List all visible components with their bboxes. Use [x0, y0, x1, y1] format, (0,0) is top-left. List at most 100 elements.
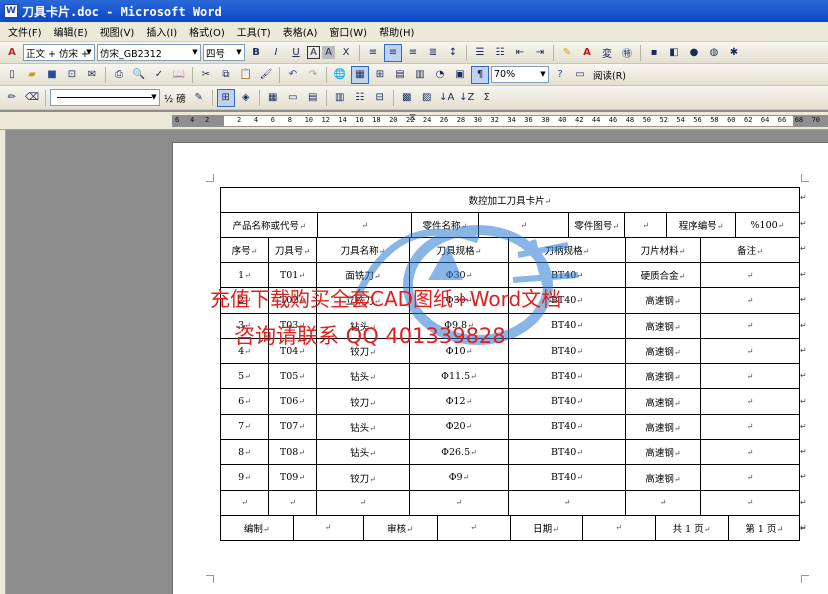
shadow-icon[interactable]: ●: [685, 44, 703, 62]
outside-border-icon[interactable]: ⊞: [216, 88, 235, 107]
split-cells-icon[interactable]: ▤: [304, 89, 322, 107]
cell-tool-no[interactable]: ↵: [268, 489, 317, 516]
spelling-icon[interactable]: ✓: [150, 66, 168, 84]
autoformat-icon[interactable]: ▩: [398, 89, 416, 107]
menu-table[interactable]: 表格(A): [277, 24, 324, 39]
open-folder-icon[interactable]: ▰: [23, 66, 41, 84]
undo-icon[interactable]: ↶: [284, 66, 302, 84]
cell-insert-material[interactable]: 硬质合金↵: [625, 261, 701, 289]
cell-tool-name[interactable]: 钻头↵: [316, 413, 410, 441]
hyperlink-icon[interactable]: 🌐: [331, 66, 349, 84]
columns-icon[interactable]: ▥: [411, 66, 429, 84]
cell-insert-material[interactable]: ↵: [625, 489, 701, 516]
font-size-select[interactable]: 四号 ▼: [203, 44, 245, 61]
align-cell-icon[interactable]: ▥: [331, 89, 349, 107]
menu-insert[interactable]: 插入(I): [140, 24, 183, 39]
redo-icon[interactable]: ↷: [304, 66, 322, 84]
align-center-icon[interactable]: ≡: [384, 43, 402, 62]
decrease-indent-icon[interactable]: ⇤: [511, 44, 529, 62]
paste-icon[interactable]: 📋: [237, 66, 255, 84]
cell-tool-no[interactable]: T09↵: [268, 464, 317, 491]
cell-insert-material[interactable]: 高速钢↵: [625, 312, 701, 339]
draw-table-icon[interactable]: ✏: [3, 89, 21, 107]
vertical-ruler[interactable]: [0, 130, 6, 594]
sort-ascending-icon[interactable]: ↓A: [438, 89, 456, 107]
cell-tool-no[interactable]: T08↵: [268, 439, 317, 466]
cell-tool-name[interactable]: 钻头↵: [316, 363, 410, 390]
menu-format[interactable]: 格式(O): [183, 24, 231, 39]
cell-tool-no[interactable]: T05↵: [268, 363, 317, 390]
italic-button[interactable]: I: [267, 44, 285, 62]
part-drawing-value-cell[interactable]: ↵: [624, 213, 668, 237]
style-select[interactable]: 正文 + 仿宋 + ▼: [23, 44, 95, 61]
print-preview-icon[interactable]: 🔍: [130, 66, 148, 84]
insert-table-icon[interactable]: ⊞: [371, 66, 389, 84]
cell-insert-material[interactable]: 高速钢↵: [625, 413, 701, 441]
styles-pane-icon[interactable]: A: [3, 44, 21, 62]
dropdown-arrow-icon[interactable]: ▼: [538, 67, 548, 82]
font-select[interactable]: 仿宋_GB2312 ▼: [97, 44, 201, 61]
merge-cells-icon[interactable]: ▭: [284, 89, 302, 107]
help-icon[interactable]: ?: [551, 66, 569, 84]
numbering-icon[interactable]: ☰: [471, 44, 489, 62]
underline-button[interactable]: U: [287, 44, 305, 62]
new-document-icon[interactable]: ▯: [3, 66, 21, 84]
cell-remarks[interactable]: ↵: [700, 287, 800, 314]
distribute-columns-icon[interactable]: ⊟: [371, 89, 389, 107]
cell-insert-material[interactable]: 高速钢↵: [625, 388, 701, 415]
cell-remarks[interactable]: ↵: [700, 464, 800, 491]
distribute-icon[interactable]: ≣: [424, 44, 442, 62]
cell-insert-material[interactable]: 高速钢↵: [625, 439, 701, 466]
distribute-rows-icon[interactable]: ☷: [351, 89, 369, 107]
cell-tool-spec[interactable]: Φ26.5↵: [409, 439, 509, 466]
email-icon[interactable]: ✉: [83, 66, 101, 84]
char-scale-icon[interactable]: X: [337, 44, 355, 62]
cut-icon[interactable]: ✂: [197, 66, 215, 84]
line-style-select[interactable]: ▼: [50, 89, 160, 106]
dropdown-arrow-icon[interactable]: ▼: [149, 90, 159, 105]
eraser-icon[interactable]: ⌫: [23, 89, 41, 107]
3d-icon[interactable]: ◍: [705, 44, 723, 62]
menu-edit[interactable]: 编辑(E): [48, 24, 94, 39]
cell-insert-material[interactable]: 高速钢↵: [625, 287, 701, 314]
cell-tool-name[interactable]: 钻头↵: [316, 439, 410, 466]
cell-tool-spec[interactable]: Φ11.5↵: [409, 363, 509, 390]
tables-borders-icon[interactable]: ▦: [351, 65, 369, 84]
cell-holder-spec[interactable]: BT40↵: [508, 439, 626, 466]
line-weight-value[interactable]: ½ 磅: [162, 91, 188, 105]
menu-help[interactable]: 帮助(H): [373, 24, 420, 39]
cell-seq[interactable]: 8↵: [220, 439, 269, 466]
cell-holder-spec[interactable]: BT40↵: [508, 388, 626, 415]
dropdown-arrow-icon[interactable]: ▼: [84, 45, 94, 60]
cell-remarks[interactable]: ↵: [700, 337, 800, 365]
cell-holder-spec[interactable]: BT40↵: [508, 363, 626, 390]
dropdown-arrow-icon[interactable]: ▼: [190, 45, 200, 60]
cell-insert-material[interactable]: 高速钢↵: [625, 337, 701, 365]
more-icon[interactable]: ✱: [725, 44, 743, 62]
menu-view[interactable]: 视图(V): [94, 24, 141, 39]
cell-tool-name[interactable]: 铰刀↵: [316, 464, 410, 491]
document-map-icon[interactable]: ▣: [451, 66, 469, 84]
cell-tool-spec[interactable]: Φ9↵: [409, 464, 509, 491]
menu-window[interactable]: 窗口(W): [323, 24, 373, 39]
cell-tool-spec[interactable]: Φ20↵: [409, 413, 509, 441]
insert-excel-icon[interactable]: ▤: [391, 66, 409, 84]
cell-insert-material[interactable]: 高速钢↵: [625, 464, 701, 491]
cell-insert-material[interactable]: 高速钢↵: [625, 363, 701, 390]
line-spacing-icon[interactable]: ↕: [444, 44, 462, 62]
cell-remarks[interactable]: ↵: [700, 439, 800, 466]
cell-remarks[interactable]: ↵: [700, 312, 800, 339]
cell-seq[interactable]: 9↵: [220, 464, 269, 491]
cell-remarks[interactable]: ↵: [700, 388, 800, 415]
cell-remarks[interactable]: ↵: [700, 413, 800, 441]
enclose-chars-icon[interactable]: ㊕: [618, 44, 636, 62]
font-color-icon[interactable]: A: [578, 44, 596, 62]
cell-seq[interactable]: 6↵: [220, 388, 269, 415]
menu-tools[interactable]: 工具(T): [231, 24, 277, 39]
bullets-icon[interactable]: ☷: [491, 44, 509, 62]
increase-indent-icon[interactable]: ⇥: [531, 44, 549, 62]
dropdown-arrow-icon[interactable]: ▼: [234, 45, 244, 60]
cell-holder-spec[interactable]: ↵: [508, 489, 626, 516]
permission-icon[interactable]: ⊡: [63, 66, 81, 84]
program-value-cell[interactable]: %100↵: [735, 214, 798, 237]
